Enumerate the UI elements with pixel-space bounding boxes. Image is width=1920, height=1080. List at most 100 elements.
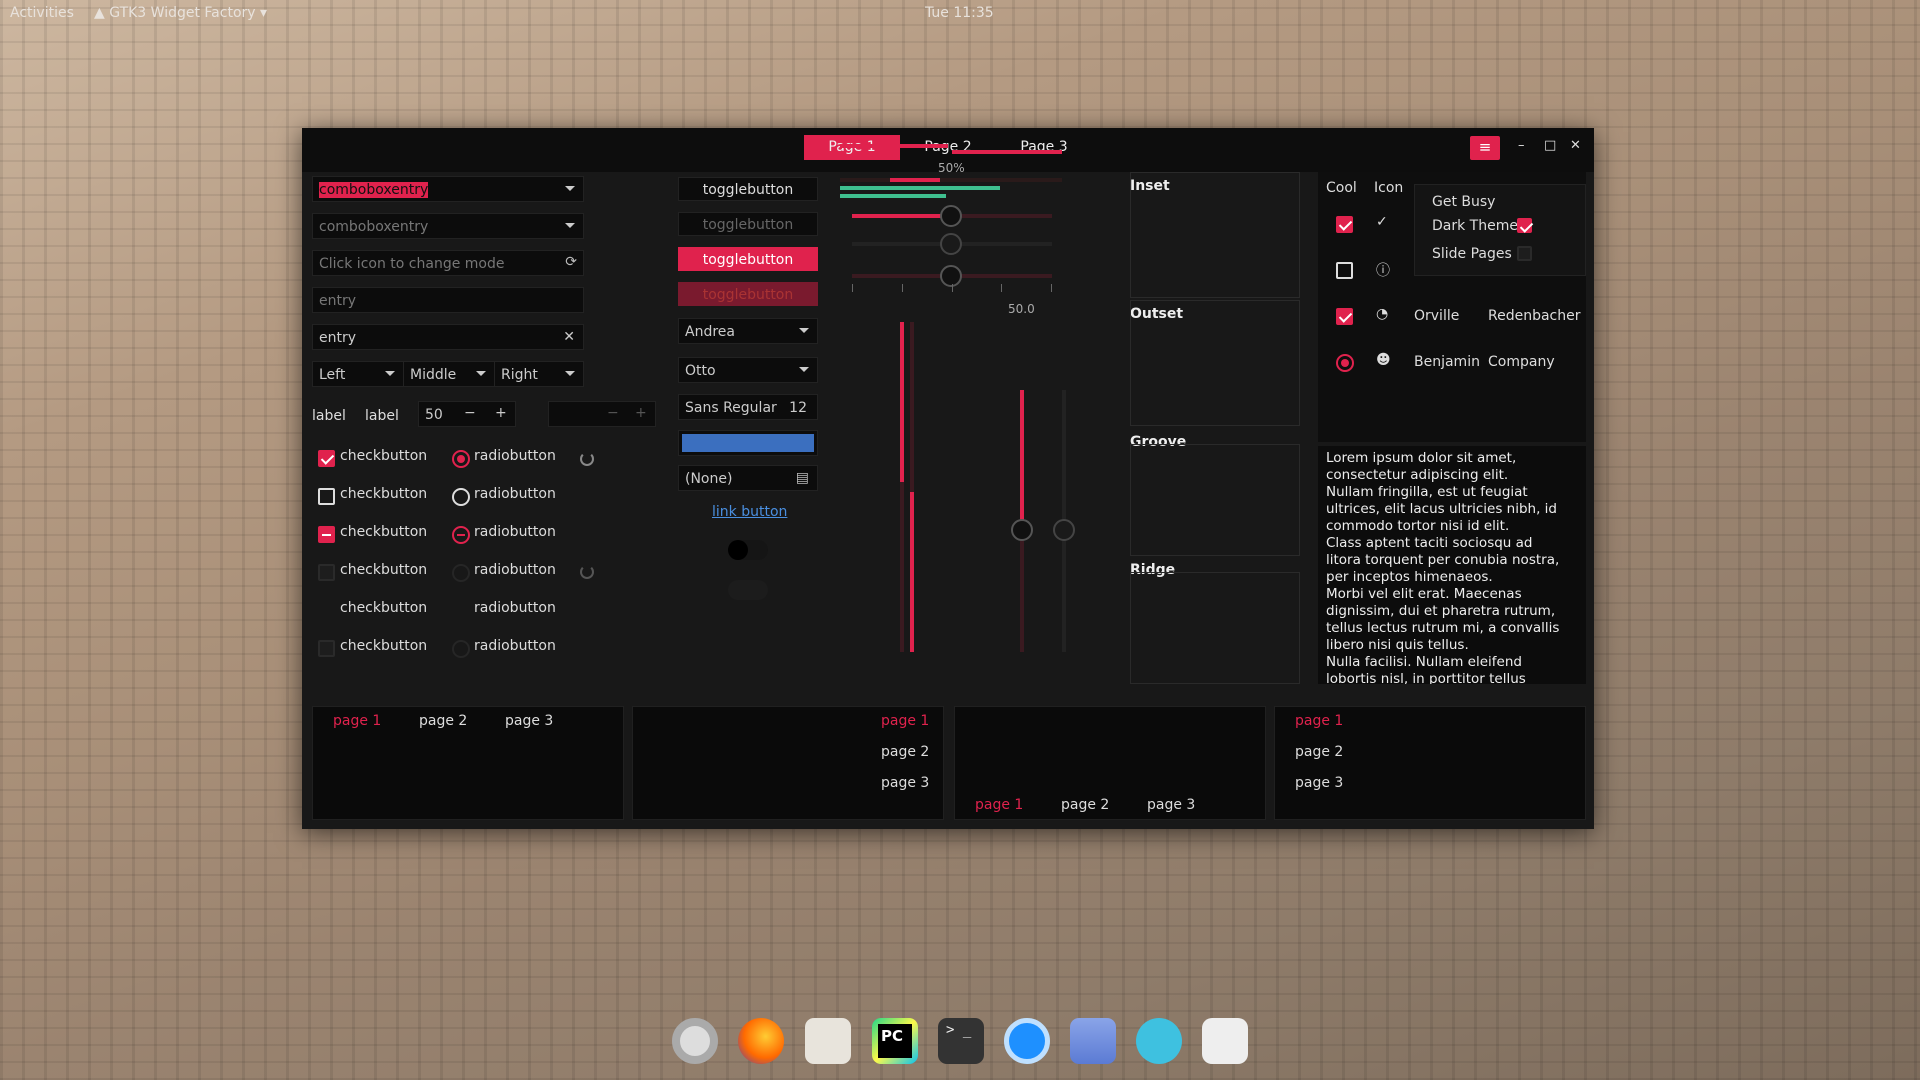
tree-radio-selected[interactable] (1336, 354, 1354, 372)
pycharm-icon[interactable]: PC (872, 1018, 918, 1064)
menu-item-dark-theme[interactable]: Dark Theme (1432, 218, 1518, 234)
combo-left[interactable]: Left (312, 361, 404, 387)
text-line: litora torquent per conubia nostra, (1326, 552, 1560, 568)
refresh-icon[interactable]: ⟳ (565, 254, 577, 270)
frame-groove (1130, 444, 1300, 556)
spinbutton-disabled: − + (548, 401, 656, 427)
dark-theme-checkbox[interactable] (1517, 218, 1532, 233)
minimize-icon[interactable]: – (1518, 138, 1525, 153)
nb-tab-page-1[interactable]: page 1 (333, 713, 381, 729)
mail-icon[interactable] (1070, 1018, 1116, 1064)
combo-andrea[interactable]: Andrea (678, 318, 818, 344)
nb-tab-page-1[interactable]: page 1 (1295, 713, 1343, 729)
column-header-icon[interactable]: Icon (1374, 180, 1403, 196)
color-button[interactable] (678, 430, 818, 456)
maximize-icon[interactable]: □ (1544, 138, 1556, 153)
settings-icon[interactable] (1202, 1018, 1248, 1064)
checkbox-mixed[interactable] (318, 526, 335, 543)
comboboxentry-2[interactable]: comboboxentry (312, 213, 584, 239)
switch-off[interactable] (728, 540, 768, 560)
nb-tab-page-2[interactable]: page 2 (881, 744, 929, 760)
nb-tab-page-1[interactable]: page 1 (881, 713, 929, 729)
hscale-knob[interactable] (940, 205, 962, 227)
nb-tab-page-2[interactable]: page 2 (1061, 797, 1109, 813)
font-button[interactable]: Sans Regular 12 (678, 394, 818, 420)
slide-pages-checkbox[interactable] (1517, 246, 1532, 261)
comboboxentry-1[interactable]: comboboxentry (312, 176, 584, 202)
entry-field-2[interactable]: entry ✕ (312, 324, 584, 350)
progress-label: 50% (938, 161, 965, 175)
checkbutton-label: checkbutton (340, 448, 428, 464)
radiobutton-label: radiobutton (474, 562, 556, 578)
entry-text: entry (319, 330, 357, 346)
chevron-down-icon[interactable] (565, 186, 575, 191)
help-icon[interactable] (672, 1018, 718, 1064)
chevron-down-icon[interactable] (565, 223, 575, 228)
font-size: 12 (789, 400, 807, 416)
entry-field-1[interactable]: entry (312, 287, 584, 313)
info-icon: ⓘ (1376, 263, 1390, 279)
firefox-icon[interactable] (738, 1018, 784, 1064)
browser-icon[interactable] (1004, 1018, 1050, 1064)
combo-otto[interactable]: Otto (678, 357, 818, 383)
check-circle-icon: ✓ (1376, 214, 1388, 230)
combo-label: Right (501, 367, 538, 383)
placeholder: Click icon to change mode (319, 256, 505, 272)
spinbutton[interactable]: 50 − + (418, 401, 516, 427)
vscale-1[interactable] (900, 322, 904, 652)
checkbox-unchecked[interactable] (318, 488, 335, 505)
clock[interactable]: Tue 11:35 (925, 5, 994, 21)
tree-checkbox-checked[interactable] (1336, 308, 1353, 325)
plus-icon[interactable]: + (495, 405, 507, 421)
notebook-top-tabs: page 1 page 2 page 3 (312, 706, 624, 820)
nb-tab-page-1[interactable]: page 1 (975, 797, 1023, 813)
checkbox-checked[interactable] (318, 450, 335, 467)
togglebutton-1[interactable]: togglebutton (678, 177, 818, 201)
combo-right[interactable]: Right (494, 361, 584, 387)
text-line: consectetur adipiscing elit. (1326, 467, 1509, 483)
link-button[interactable]: link button (712, 504, 787, 520)
nb-tab-page-2[interactable]: page 2 (1295, 744, 1343, 760)
spin-value: 50 (425, 407, 443, 423)
text-view[interactable]: Lorem ipsum dolor sit amet, consectetur … (1318, 446, 1586, 684)
terminal-icon[interactable]: > _ (938, 1018, 984, 1064)
file-label: (None) (685, 471, 733, 487)
radio-unselected[interactable] (452, 488, 470, 506)
activities-button[interactable]: Activities (10, 5, 74, 21)
radio-mixed[interactable] (452, 526, 470, 544)
vscale-knob[interactable] (1011, 519, 1033, 541)
minus-icon[interactable]: − (464, 405, 476, 421)
tab-page-3[interactable]: Page 3 (996, 135, 1092, 160)
nb-tab-page-2[interactable]: page 2 (419, 713, 467, 729)
nb-tab-page-3[interactable]: page 3 (1295, 775, 1343, 791)
files-icon[interactable] (805, 1018, 851, 1064)
nb-tab-page-3[interactable]: page 3 (881, 775, 929, 791)
text-line: libero nisi quis tellus. (1326, 637, 1469, 653)
close-icon[interactable]: ✕ (1570, 138, 1581, 153)
radiobutton-label: radiobutton (474, 524, 556, 540)
hamburger-icon[interactable]: ≡ (1470, 136, 1500, 160)
nb-tab-page-3[interactable]: page 3 (505, 713, 553, 729)
progress-fill (890, 178, 940, 182)
tree-checkbox-checked[interactable] (1336, 216, 1353, 233)
radio-selected[interactable] (452, 450, 470, 468)
progress-bar-top (840, 144, 948, 148)
chevron-down-icon (385, 371, 395, 376)
nb-tab-page-3[interactable]: page 3 (1147, 797, 1195, 813)
tree-checkbox-unchecked[interactable] (1336, 262, 1353, 279)
togglebutton-3[interactable]: togglebutton (678, 247, 818, 271)
menu-item-slide-pages[interactable]: Slide Pages (1432, 246, 1512, 262)
mode-entry[interactable]: Click icon to change mode ⟳ (312, 250, 584, 276)
app-menu[interactable]: ▲ GTK3 Widget Factory ▾ (94, 5, 267, 21)
notebook-right-tabs: page 1 page 2 page 3 (632, 706, 944, 820)
text-line: lobortis nisl, in porttitor tellus (1326, 671, 1526, 684)
clear-icon[interactable]: ✕ (563, 329, 575, 345)
vscale-2[interactable] (910, 322, 914, 652)
column-header-cool[interactable]: Cool (1326, 180, 1357, 196)
text-line: commodo tortor nisi id elit. (1326, 518, 1510, 534)
combo-middle[interactable]: Middle (403, 361, 495, 387)
menu-item-get-busy[interactable]: Get Busy (1432, 194, 1495, 210)
togglebutton-2[interactable]: togglebutton (678, 212, 818, 236)
audio-icon[interactable] (1136, 1018, 1182, 1064)
file-chooser-button[interactable]: (None) ▤ (678, 465, 818, 491)
